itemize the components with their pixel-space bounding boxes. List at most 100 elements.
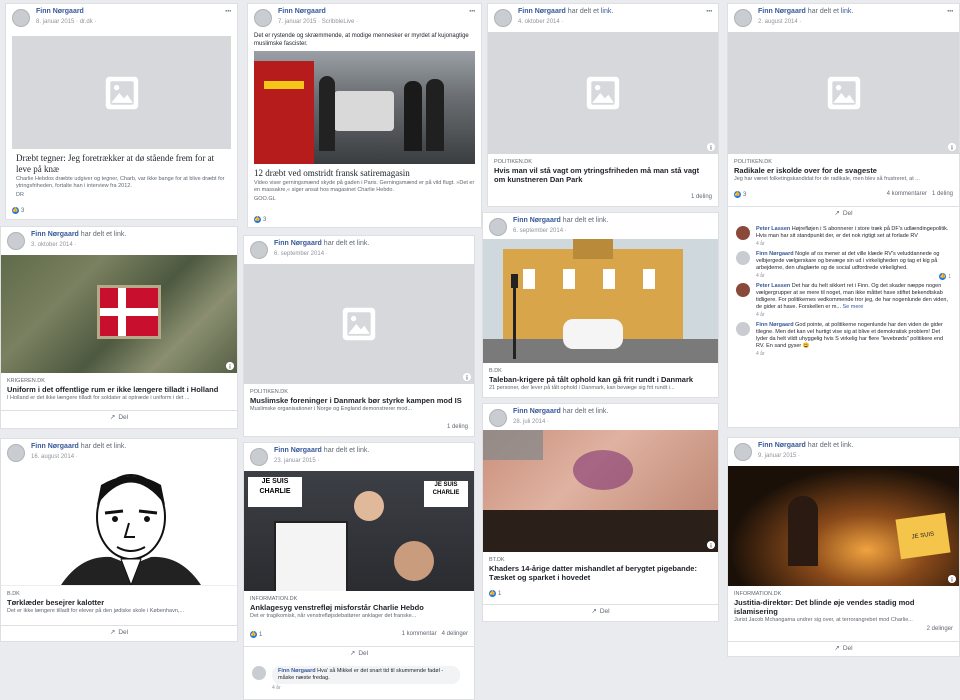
info-icon[interactable]: i [948,143,956,151]
avatar[interactable] [250,448,268,466]
author-name[interactable]: Finn Nørgaard har delt et link. [274,447,369,454]
link-preview[interactable]: INFORMATION.DK Justitia-direktør: Det bl… [728,586,959,624]
link-preview[interactable]: Dræbt tegner: Jeg foretrækker at dø ståe… [6,149,237,198]
comment-avatar[interactable] [736,226,750,240]
post-date[interactable]: 6. september 2014 · [513,228,567,234]
author-name[interactable]: Finn Nørgaard har delt et link. [31,231,126,238]
post-date[interactable]: 8. januar 2015 · dr.dk · [36,19,96,25]
share-icon: ↗ [834,645,840,652]
reaction-bar[interactable]: 👍 3 [6,207,237,214]
comment-avatar[interactable] [736,283,750,297]
link-title: Uniform i det offentlige rum er ikke læn… [7,385,219,394]
post-card: Finn Nørgaard har delt et link. 6. septe… [243,235,475,437]
share-button[interactable]: ↗ Del [728,641,959,656]
link-description: Charlie Hebdos dræbte udgiver og tegner,… [16,176,225,189]
ambulance-scene-image[interactable] [254,51,475,164]
post-date[interactable]: 9. januar 2015 · [758,453,800,459]
more-options-icon[interactable]: ··· [706,6,713,16]
reaction-bar[interactable]: 👍 3 [248,216,481,223]
comment-avatar[interactable] [736,251,750,265]
post-date[interactable]: 2. august 2014 · [758,19,801,25]
author-name[interactable]: Finn Nørgaard har delt et link. [758,442,853,449]
camouflage-flag-image[interactable]: i [1,255,237,373]
comment-avatar[interactable] [252,666,266,680]
link-preview-image[interactable]: i [244,264,474,384]
post-date[interactable]: 7. januar 2015 · ScribbleLive · [278,19,358,25]
reaction-bar[interactable]: 👍 3 4 kommentarer 1 deling [728,191,959,198]
avatar[interactable] [7,232,25,250]
share-button[interactable]: ↗ Del [483,604,718,619]
link-preview[interactable]: INFORMATION.DK Anklagesyg venstrefløj mi… [244,591,474,620]
bruised-face-image[interactable]: i [483,430,718,552]
author-name[interactable]: Finn Nørgaard har delt et link. [31,443,126,450]
info-icon[interactable]: i [948,575,956,583]
author-name[interactable]: Finn Nørgaard [278,8,326,15]
author-name[interactable]: Finn Nørgaard har delt et link. [274,240,369,247]
author-name[interactable]: Finn Nørgaard [36,8,84,15]
info-icon[interactable]: i [707,143,715,151]
reaction-bar[interactable]: 👍 1 [483,590,718,597]
info-icon[interactable]: i [226,362,234,370]
info-icon[interactable]: i [463,373,471,381]
avatar[interactable] [12,9,30,27]
more-options-icon[interactable]: ··· [469,6,476,16]
reaction-bar[interactable]: 👍 1 1 kommentar 4 delinger [244,631,474,638]
author-name[interactable]: Finn Nørgaard har delt et link. [513,408,608,415]
link-preview[interactable]: POLITIKEN.DK Radikale er iskolde over fo… [728,154,959,183]
avatar[interactable] [7,444,25,462]
link-preview[interactable]: KRIGEREN.DK Uniform i det offentlige rum… [1,373,237,402]
building-gate-image[interactable] [483,239,718,363]
reaction-count: 3 [263,217,267,224]
comment: Peter Lassen Det har du helt sikkert ret… [728,283,959,318]
avatar[interactable] [489,409,507,427]
link-preview-image[interactable]: i [488,32,718,154]
share-button[interactable]: ↗ Del [728,206,959,221]
post-date[interactable]: 3. oktober 2014 · [31,242,76,248]
caricature-image[interactable] [1,465,237,587]
link-title: Hvis man vil stå vagt om ytringsfriheden… [494,166,700,184]
author-name[interactable]: Finn Nørgaard har delt et link. [518,8,613,15]
link-domain: DR [16,192,24,198]
see-more-link[interactable]: Se mere [843,304,864,310]
share-icon: ↗ [109,414,116,421]
link-preview[interactable]: POLITIKEN.DK Muslimske foreninger i Danm… [244,384,474,413]
link-preview[interactable]: B.DK Tørklæder besejrer kalotter Det er … [1,586,237,615]
post-date[interactable]: 4. oktober 2014 · [518,19,563,25]
candle-vigil-image[interactable]: JE SUIS i [728,466,959,586]
link-description: Video viser gerningsmænd skyde på gaden … [254,180,475,193]
post-date[interactable]: 28. juli 2014 · [513,419,549,425]
avatar[interactable] [734,9,752,27]
link-preview-image[interactable]: i [728,32,959,154]
share-button[interactable]: ↗ Del [1,625,237,640]
avatar[interactable] [494,9,512,27]
post-date[interactable]: 6. september 2014 · [274,251,328,257]
author-name[interactable]: Finn Nørgaard har delt et link. [513,217,608,224]
avatar[interactable] [254,9,272,27]
avatar[interactable] [734,443,752,461]
link-preview-image[interactable] [12,36,231,149]
info-icon[interactable]: i [707,541,715,549]
link-description: Jurist Jacob Mchangama undrer sig over, … [734,617,913,623]
share-button[interactable]: ↗ Del [244,646,474,661]
link-domain: POLITIKEN.DK [494,159,532,165]
post-date[interactable]: 16. august 2014 · [31,454,78,460]
comment: Peter Lassen Højrefløjen i S abonnerer i… [728,226,959,247]
link-domain: BT.DK [489,557,505,563]
author-name[interactable]: Finn Nørgaard har delt et link. [758,8,853,15]
more-options-icon[interactable]: ··· [947,6,954,16]
link-title: Khaders 14-årige datter mishandlet af be… [489,564,697,582]
link-preview[interactable]: POLITIKEN.DK Hvis man vil stå vagt om yt… [488,154,718,184]
post-text: Det er rystende og skræmmende, at modige… [254,33,469,47]
avatar[interactable] [489,218,507,236]
avatar[interactable] [250,241,268,259]
link-preview[interactable]: B.DK Taleban-krigere på tålt ophold kan … [483,363,718,392]
link-title: Tørklæder besejrer kalotter [7,598,105,607]
more-options-icon[interactable]: ··· [225,6,232,16]
charlie-hebdo-rally-image[interactable]: JE SUIS CHARLIE JE SUIS CHARLIE [244,471,474,591]
link-preview[interactable]: 12 dræbt ved omstridt fransk satiremagas… [248,164,481,202]
link-preview[interactable]: BT.DK Khaders 14-årige datter mishandlet… [483,552,718,582]
share-button[interactable]: ↗ Del [1,410,237,425]
comment-avatar[interactable] [736,322,750,336]
link-description: Jeg har været folketingskandidat for de … [734,176,920,182]
post-date[interactable]: 23. januar 2015 · [274,458,319,464]
